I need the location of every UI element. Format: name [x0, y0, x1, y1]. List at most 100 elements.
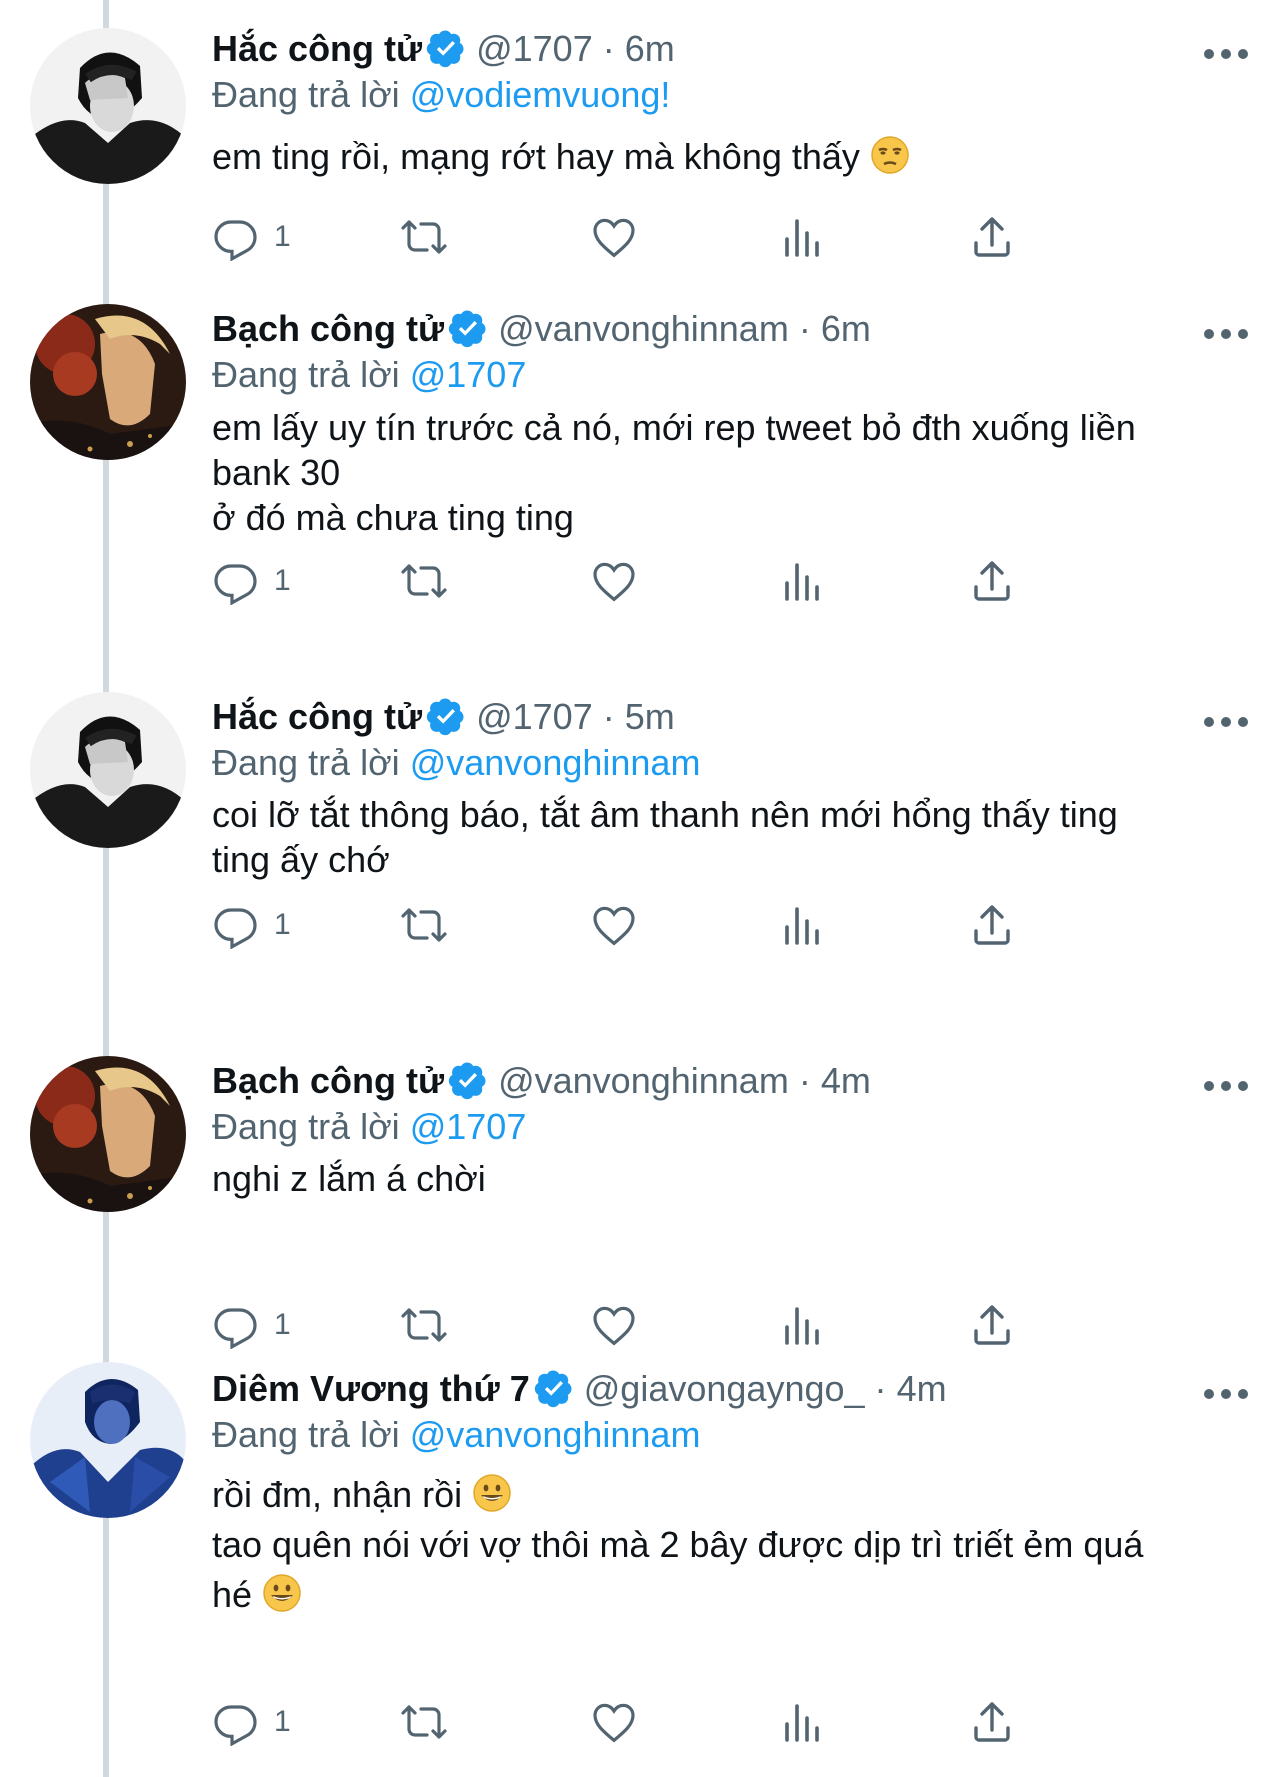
more-options-icon[interactable] — [1204, 712, 1248, 732]
heart-icon — [593, 906, 635, 946]
verified-badge-icon — [534, 1370, 572, 1408]
replying-to: Đang trả lời @vanvonghinnam — [212, 742, 700, 784]
share-button[interactable] — [968, 900, 1016, 950]
display-name[interactable]: Bạch công tử — [212, 1060, 444, 1101]
more-options-icon[interactable] — [1204, 1384, 1248, 1404]
share-icon — [974, 561, 1010, 601]
retweet-button[interactable] — [400, 556, 448, 606]
share-button[interactable] — [968, 212, 1016, 262]
reply-button[interactable]: 1 — [212, 1697, 291, 1747]
replying-to-label: Đang trả lời — [212, 354, 400, 395]
heart-icon — [593, 218, 635, 258]
reply-count: 1 — [274, 220, 291, 253]
replying-to: Đang trả lời @vanvonghinnam — [212, 1414, 700, 1456]
action-bar: 1 — [212, 1697, 1152, 1747]
tweet-line: rồi đm, nhận rồi — [212, 1474, 463, 1515]
display-name[interactable]: Bạch công tử — [212, 308, 444, 349]
bar-chart-icon — [785, 907, 819, 945]
views-button[interactable] — [778, 900, 826, 950]
handle[interactable]: @vanvonghinnam — [498, 1060, 789, 1101]
replying-to: Đang trả lời @1707 — [212, 1106, 526, 1148]
grinning-face-emoji-icon — [263, 1574, 301, 1612]
timestamp[interactable]: 5m — [625, 696, 675, 737]
tweet-text: nghi z lắm á chời — [212, 1156, 1242, 1201]
share-button[interactable] — [968, 1300, 1016, 1350]
tweet-line: hé — [212, 1574, 253, 1615]
handle[interactable]: @1707 — [476, 696, 593, 737]
mention-link[interactable]: @vanvonghinnam — [410, 742, 701, 783]
like-button[interactable] — [590, 900, 638, 950]
separator-dot: · — [602, 696, 615, 737]
reply-button[interactable]: 1 — [212, 900, 291, 950]
timestamp[interactable]: 6m — [625, 28, 675, 69]
handle[interactable]: @giavongayngo_ — [584, 1368, 865, 1409]
tweet-line: bank 30 — [212, 452, 341, 493]
verified-badge-icon — [448, 310, 486, 348]
separator-dot: · — [798, 1060, 811, 1101]
bar-chart-icon — [785, 563, 819, 601]
reply-icon — [214, 908, 257, 949]
retweet-icon — [401, 908, 447, 942]
handle[interactable]: @vanvonghinnam — [498, 308, 789, 349]
display-name[interactable]: Hắc công tử — [212, 696, 422, 737]
tweet-line: coi lỡ tắt thông báo, tắt âm thanh nên m… — [212, 794, 1118, 835]
bar-chart-icon — [785, 1307, 819, 1345]
display-name[interactable]: Hắc công tử — [212, 28, 422, 69]
separator-dot: · — [798, 308, 811, 349]
share-button[interactable] — [968, 1697, 1016, 1747]
share-icon — [974, 1702, 1010, 1742]
tweet-text: em lấy uy tín trước cả nó, mới rep tweet… — [212, 405, 1242, 540]
reply-count: 1 — [274, 908, 291, 941]
more-options-icon[interactable] — [1204, 324, 1248, 344]
mention-link[interactable]: @1707 — [410, 1106, 527, 1147]
tweet-line: ting ấy chớ — [212, 839, 390, 880]
more-options-icon[interactable] — [1204, 44, 1248, 64]
retweet-button[interactable] — [400, 1697, 448, 1747]
tweet-header: Diêm Vương thứ 7 @giavongayngo_ · 4m — [212, 1368, 947, 1410]
replying-to: Đang trả lời @vodiemvuong! — [212, 74, 670, 116]
tweet-line: em ting rồi, mạng rớt hay mà không thấy — [212, 136, 860, 177]
views-button[interactable] — [778, 1300, 826, 1350]
like-button[interactable] — [590, 1300, 638, 1350]
handle[interactable]: @1707 — [476, 28, 593, 69]
timestamp[interactable]: 6m — [821, 308, 871, 349]
share-button[interactable] — [968, 556, 1016, 606]
views-button[interactable] — [778, 212, 826, 262]
action-bar: 1 — [212, 900, 1152, 950]
retweet-button[interactable] — [400, 900, 448, 950]
share-icon — [974, 905, 1010, 945]
retweet-button[interactable] — [400, 1300, 448, 1350]
like-button[interactable] — [590, 556, 638, 606]
reply-count: 1 — [274, 564, 291, 597]
like-button[interactable] — [590, 1697, 638, 1747]
verified-badge-icon — [426, 30, 464, 68]
retweet-icon — [401, 564, 447, 598]
display-name[interactable]: Diêm Vương thứ 7 — [212, 1368, 530, 1409]
avatar[interactable] — [30, 28, 186, 184]
action-bar: 1 — [212, 556, 1152, 606]
avatar[interactable] — [30, 1362, 186, 1518]
reply-button[interactable]: 1 — [212, 212, 291, 262]
replying-to-label: Đang trả lời — [212, 742, 400, 783]
verified-badge-icon — [426, 698, 464, 736]
views-button[interactable] — [778, 556, 826, 606]
reply-button[interactable]: 1 — [212, 1300, 291, 1350]
avatar[interactable] — [30, 1056, 186, 1212]
timestamp[interactable]: 4m — [821, 1060, 871, 1101]
avatar[interactable] — [30, 304, 186, 460]
tweet-header: Bạch công tử @vanvonghinnam · 6m — [212, 308, 871, 350]
more-options-icon[interactable] — [1204, 1076, 1248, 1096]
tweet-text: em ting rồi, mạng rớt hay mà không thấy — [212, 134, 1242, 179]
mention-link[interactable]: @vodiemvuong! — [410, 74, 671, 115]
tweet-header: Hắc công tử @1707 · 5m — [212, 696, 675, 738]
like-button[interactable] — [590, 212, 638, 262]
views-button[interactable] — [778, 1697, 826, 1747]
mention-link[interactable]: @1707 — [410, 354, 527, 395]
avatar[interactable] — [30, 692, 186, 848]
share-icon — [974, 217, 1010, 257]
reply-button[interactable]: 1 — [212, 556, 291, 606]
timestamp[interactable]: 4m — [897, 1368, 947, 1409]
tweet-line: em lấy uy tín trước cả nó, mới rep tweet… — [212, 407, 1136, 448]
retweet-button[interactable] — [400, 212, 448, 262]
mention-link[interactable]: @vanvonghinnam — [410, 1414, 701, 1455]
